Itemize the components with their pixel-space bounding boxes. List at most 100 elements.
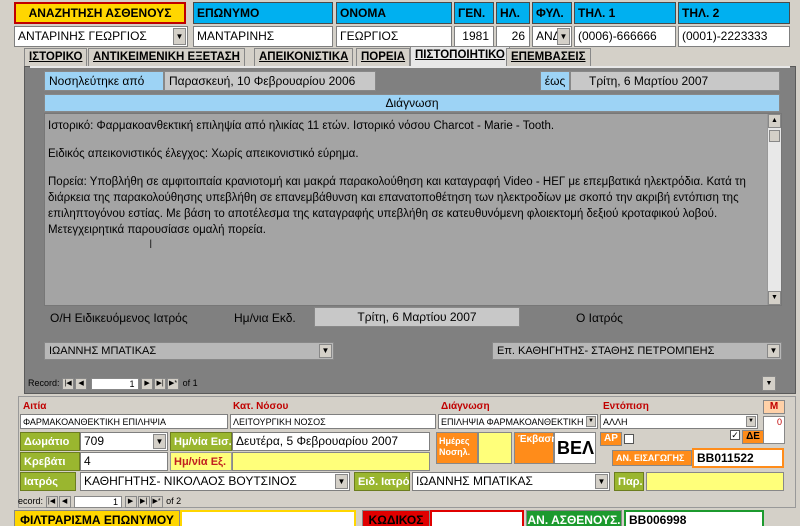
doctor-row-label: Ιατρός [20,472,76,491]
record-number-input[interactable]: 1 [74,495,123,508]
admitted-from-label: Νοσηλεύτηκε από [44,71,164,91]
sp-doctor-value: ΙΩΑΝΝΗΣ ΜΠΑΤΙΚΑΣ [416,474,533,488]
cause-label: Αιτία [23,401,47,412]
exit-date-field[interactable] [232,452,430,471]
m-field[interactable]: 0 [763,416,785,444]
patient-no-field[interactable]: ΒΒ006998 [624,510,764,526]
prev-record-icon[interactable]: ◀ [58,495,71,508]
chevron-down-icon[interactable]: ▼ [746,416,756,427]
code-label: ΚΩΔΙΚΟΣ [362,510,430,526]
last-record-icon[interactable]: ▶| [154,377,167,390]
first-record-icon[interactable]: |◀ [45,495,58,508]
sex-combo[interactable]: ΑΝΔΙ ▼ [532,26,572,47]
chevron-down-icon[interactable]: ▼ [767,344,780,358]
specialist-combo[interactable]: ΙΩΑΝΝΗΣ ΜΠΑΤΙΚΑΣ ▼ [44,342,334,360]
chevron-down-icon[interactable]: ▼ [335,474,348,489]
cause-field[interactable]: ΦΑΡΜΑΚΟΑΝΘΕΚΤΙΚΗ ΕΠΙΛΗΨΙΑ [20,414,228,429]
tab-certificate[interactable]: ΠΙΣΤΟΠΟΙΗΤΙΚΟ [410,46,510,67]
tab-operations[interactable]: ΕΠΕΜΒΑΣΕΙΣ [506,48,591,67]
entry-no-field[interactable]: ΒΒ011522 [692,448,784,468]
patient-search-combo[interactable]: ΑΝΤΑΡΙΝΗΣ ΓΕΩΡΓΙΟΣ ▼ [14,26,188,47]
doctor-combo[interactable]: Επ. ΚΑΘΗΓΗΤΗΣ- ΣΤΑΘΗΣ ΠΕΤΡΟΜΠΕΗΣ ▼ [492,342,782,360]
outcome-label: Έκβαση [514,432,557,464]
par-field[interactable] [646,472,784,491]
diagnosis-textarea[interactable]: Ιστορικό: Φαρμακοανθεκτική επιληψία από … [44,113,782,306]
specialist-label: Ο/Η Ειδικευόμενος Ιατρός [50,311,188,325]
scroll-thumb[interactable] [769,130,780,142]
first-record-icon[interactable]: |◀ [62,377,75,390]
tel1-header: ΤΗΛ. 1 [574,2,676,24]
year-field[interactable]: 1981 [454,26,494,47]
surname-filter-label: ΦΙΛΤΡΑΡΙΣΜΑ ΕΠΩΝΥΜΟΥ [14,510,180,526]
patient-search-label: ΑΝΑΖΗΤΗΣΗ ΑΣΘΕΝΟΥΣ [14,2,186,24]
next-record-icon[interactable]: ▶ [141,377,154,390]
entry-no-label: ΑΝ. ΕΙΣΑΓΩΓΗΣ [612,450,692,466]
par-label: Παρ. [614,472,644,491]
chevron-down-icon[interactable]: ▼ [557,28,570,45]
patient-no-label: ΑΝ. ΑΣΘΕΝΟΥΣ. [526,510,622,526]
sp-doctor-label: Ειδ. Ιατρός [354,472,410,491]
tab-imaging[interactable]: ΑΠΕΙΚΟΝΙΣΤΙΚΑ [254,48,354,67]
prev-record-icon[interactable]: ◀ [75,377,88,390]
tab-history[interactable]: ΙΣΤΟΡΙΚΟ [24,48,88,67]
sp-doctor-combo[interactable]: ΙΩΑΝΝΗΣ ΜΠΑΤΙΚΑΣ ▼ [412,472,610,491]
exit-date-label: Ημ/νία Εξ. [170,452,232,471]
location-value: ΑΛΛΗ [603,417,628,427]
new-record-icon[interactable]: ▶* [167,377,180,390]
chevron-down-icon[interactable]: ▼ [173,28,186,45]
tab-objective-exam[interactable]: ΑΝΤΙΚΕΙΜΕΝΙΚΗ ΕΞΕΤΑΣΗ [88,48,245,67]
days-label: Ημέρες Νοσηλ. [436,432,478,464]
tab-course[interactable]: ΠΟΡΕΙΑ [356,48,411,67]
tel2-field[interactable]: (0001)-2223333 [678,26,790,47]
ap-checkbox[interactable] [624,434,634,444]
ap-label: ΑΡ [600,432,622,446]
tel1-field[interactable]: (0006)-666666 [574,26,676,47]
de-label: ΔΕ [742,430,764,444]
record-number-input[interactable]: 1 [90,377,139,390]
diagnosis-scrollbar[interactable]: ▲ ▼ [767,114,781,305]
scroll-down-icon[interactable]: ▼ [768,291,781,305]
diagnosis-combo[interactable]: ΕΠΙΛΗΨΙΑ ΦΑΡΜΑΚΟΑΝΘΕΚΤΙΚΗ ▼ [438,414,598,429]
certificate-record-navigator: Record: |◀ ◀ 1 ▶ ▶| ▶* of 1 [28,376,788,391]
tel2-header: ΤΗΛ. 2 [678,2,790,24]
new-record-icon[interactable]: ▶* [150,495,163,508]
diagnosis-value: ΕΠΙΛΗΨΙΑ ΦΑΡΜΑΚΟΑΝΘΕΚΤΙΚΗ [441,417,584,427]
diagnosis-history: Ιστορικό: Φαρμακοανθεκτική επιληψία από … [48,120,555,132]
diagnosis-label: Διάγνωση [441,401,490,412]
scroll-up-icon[interactable]: ▲ [768,114,781,128]
entry-date-field[interactable]: Δευτέρα, 5 Φεβρουαρίου 2007 [232,432,430,451]
age-field[interactable]: 26 [496,26,530,47]
outcome-field[interactable]: ΒΕΛ [554,432,596,464]
days-field[interactable] [478,432,512,464]
chevron-down-icon[interactable]: ▼ [586,416,596,427]
location-combo[interactable]: ΑΛΛΗ ▼ [600,414,758,429]
surname-filter-field[interactable] [180,510,356,526]
last-record-icon[interactable]: ▶| [137,495,150,508]
text-cursor-icon: I [149,237,153,251]
scroll-down-icon[interactable]: ▼ [762,376,776,391]
chevron-down-icon[interactable]: ▼ [595,474,608,489]
until-date-field[interactable]: Τρίτη, 6 Μαρτίου 2007 [570,71,780,91]
doctor-label: Ο Ιατρός [576,311,623,325]
doctor-row-combo[interactable]: ΚΑΘΗΓΗΤΗΣ- ΝΙΚΟΛΑΟΣ ΒΟΥΤΣΙΝΟΣ ▼ [80,472,350,491]
name-field[interactable]: ΓΕΩΡΓΙΟΣ [336,26,452,47]
disease-cat-label: Κατ. Νόσου [233,401,289,412]
year-header: ΓΕΝ. [454,2,494,24]
room-combo[interactable]: 709 ▼ [80,432,168,451]
disease-cat-field[interactable]: ΛΕΙΤΟΥΡΓΙΚΗ ΝΟΣΟΣ [230,414,436,429]
issue-date-label: Ημ/νια Εκδ. [234,311,296,325]
issue-date-field[interactable]: Τρίτη, 6 Μαρτίου 2007 [314,307,520,327]
bed-label: Κρεβάτι [20,452,80,471]
next-record-icon[interactable]: ▶ [124,495,137,508]
bed-field[interactable]: 4 [80,452,168,471]
chevron-down-icon[interactable]: ▼ [319,344,332,358]
code-field[interactable] [430,510,524,526]
admission-record-navigator: ecord: |◀ ◀ 1 ▶ ▶| ▶* of 2 [18,494,318,508]
doctor-row-value: ΚΑΘΗΓΗΤΗΣ- ΝΙΚΟΛΑΟΣ ΒΟΥΤΣΙΝΟΣ [84,474,297,488]
admitted-date-field[interactable]: Παρασκευή, 10 Φεβρουαρίου 2006 [164,71,376,91]
chevron-down-icon[interactable]: ▼ [153,434,166,449]
diagnosis-course: Πορεία: Υποβλήθη σε αμφιτοιπαία κρανιοτο… [48,176,746,236]
de-checkbox[interactable]: ✓ [730,430,740,440]
surname-field[interactable]: ΜΑΝΤΑΡΙΝΗΣ [193,26,333,47]
doctor-value: Επ. ΚΑΘΗΓΗΤΗΣ- ΣΤΑΘΗΣ ΠΕΤΡΟΜΠΕΗΣ [497,345,715,357]
